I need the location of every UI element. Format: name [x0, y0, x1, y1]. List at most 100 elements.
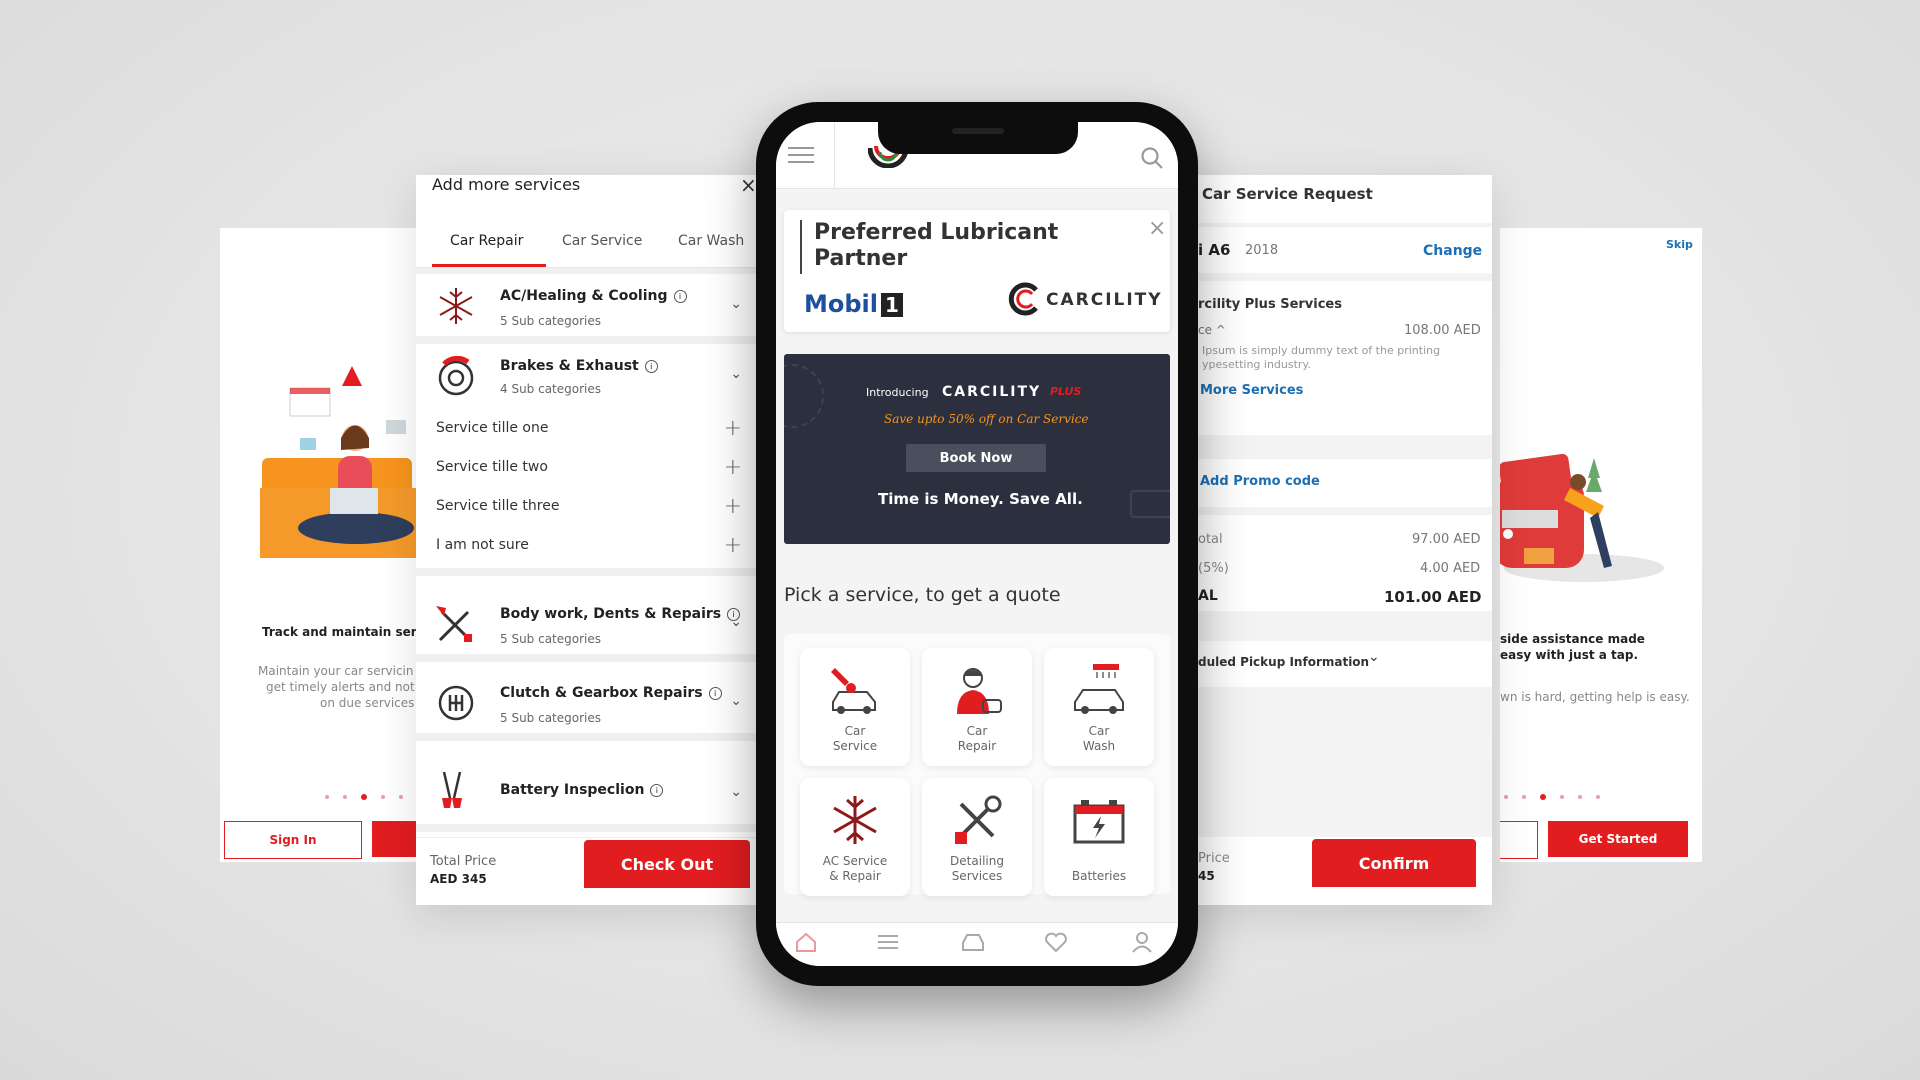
service-row[interactable]: I am not sure + — [436, 533, 742, 561]
phone-notch — [878, 122, 1078, 154]
pickup-info-label: duled Pickup Information — [1198, 655, 1370, 669]
service-description-2: ypesetting industry. — [1202, 358, 1311, 371]
onboard-left-pager[interactable] — [325, 794, 403, 800]
hamburger-menu-icon[interactable] — [788, 146, 814, 164]
category-title: Brakes & Exhaust — [500, 358, 639, 374]
get-started-button[interactable]: Get Started — [1548, 821, 1688, 857]
sign-in-button[interactable]: Sign In — [224, 821, 362, 859]
chevron-down-icon[interactable]: ⌄ — [730, 296, 742, 312]
car-service-icon — [831, 668, 876, 714]
info-icon[interactable]: i — [708, 687, 722, 700]
service-label: Service tille two — [436, 459, 548, 475]
promo-tagline: Save upto 50% off on Car Service — [884, 412, 1089, 426]
promo-banner[interactable]: Introducing CARCILITY PLUS Save upto 50%… — [784, 354, 1170, 544]
plus-services-card: rcility Plus Services ce ^ 108.00 AED Ip… — [1180, 281, 1492, 435]
search-icon[interactable] — [1140, 146, 1164, 170]
get-started-button-partial[interactable] — [372, 821, 420, 857]
tile-label: Car Repair — [957, 724, 997, 753]
jumper-cable-icon — [442, 771, 462, 808]
car-model: i A6 — [1198, 241, 1231, 259]
service-row[interactable]: Service tille two + — [436, 455, 742, 483]
onboard-left-body-2: get timely alerts and not — [266, 680, 415, 694]
list-icon[interactable] — [876, 931, 900, 953]
change-link[interactable]: Change — [1423, 243, 1482, 259]
category-body-work[interactable]: Body work, Dents & Repairs i 5 Sub catego… — [416, 592, 756, 662]
chevron-down-icon[interactable]: ⌄ — [1368, 649, 1380, 665]
pickup-info-row[interactable]: duled Pickup Information ⌄ — [1180, 641, 1492, 687]
sign-in-button-partial[interactable] — [1500, 821, 1538, 859]
tile-label: AC Service & Repair — [822, 854, 888, 883]
promo-code-row[interactable]: Add Promo code — [1180, 459, 1492, 507]
tools-icon — [436, 606, 472, 642]
price-summary: otal 97.00 AED (5%) 4.00 AED AL 101.00 A… — [1180, 515, 1492, 611]
service-row[interactable]: Service tille one + — [436, 416, 742, 444]
partner-title-line-2: Partner — [814, 246, 908, 271]
info-icon[interactable]: i — [644, 360, 658, 373]
info-icon[interactable]: i — [673, 290, 687, 303]
mobil-wordmark: Mobil — [804, 290, 879, 318]
onboard-right-body: wn is hard, getting help is easy. — [1500, 690, 1690, 704]
summary-value: 97.00 AED — [1412, 532, 1481, 547]
total-price-label: Total Price — [430, 854, 497, 869]
chevron-down-icon[interactable]: ⌄ — [730, 693, 742, 709]
plus-services-title: rcility Plus Services — [1198, 297, 1342, 312]
chevron-down-icon[interactable]: ⌄ — [730, 784, 742, 800]
category-subtitle: 5 Sub categories — [500, 711, 602, 725]
onboarding-screen-left: Track and maintain servi Maintain your c… — [220, 228, 420, 862]
total-price-value: AED 345 — [430, 872, 487, 886]
car-row: i A6 2018 Change — [1180, 227, 1492, 273]
tile-car-service[interactable]: Car Service — [800, 648, 910, 766]
price-value: 108.00 AED — [1404, 323, 1481, 338]
mobil-one-badge: 1 — [881, 293, 903, 317]
category-clutch-gearbox[interactable]: Clutch & Gearbox Repairs i 5 Sub categori… — [416, 671, 756, 741]
tile-car-wash[interactable]: Car Wash — [1044, 648, 1154, 766]
info-icon[interactable]: i — [650, 784, 664, 797]
service-description-1: Ipsum is simply dummy text of the printi… — [1202, 344, 1441, 357]
heart-icon[interactable] — [1044, 931, 1068, 953]
tile-ac-service[interactable]: AC Service & Repair — [800, 778, 910, 896]
category-brakes-exhaust[interactable]: Brakes & Exhaust i 4 Sub categories ⌄ Ser… — [416, 344, 756, 576]
price-label[interactable]: ce ^ — [1198, 323, 1226, 337]
add-icon[interactable]: + — [724, 494, 742, 519]
tile-detailing[interactable]: Detailing Services — [922, 778, 1032, 896]
category-battery-inspection[interactable]: Battery Inspeclion i ⌄ — [416, 758, 756, 832]
battery-icon — [1073, 800, 1125, 844]
service-row[interactable]: Service tille three + — [436, 494, 742, 522]
tab-car-service[interactable]: Car Service — [562, 233, 642, 249]
chevron-down-icon[interactable]: ⌄ — [730, 614, 742, 630]
check-out-button[interactable]: Check Out — [584, 840, 750, 888]
add-services-title: Add more services — [432, 175, 581, 194]
more-services-link[interactable]: More Services — [1200, 383, 1303, 398]
category-title: AC/Healing & Cooling — [500, 288, 668, 304]
tab-car-repair[interactable]: Car Repair — [450, 233, 523, 249]
close-icon[interactable]: × — [1148, 216, 1166, 241]
add-promo-code-link[interactable]: Add Promo code — [1200, 474, 1320, 489]
skip-link[interactable]: Skip — [1666, 238, 1693, 251]
service-label: Service tille three — [436, 498, 560, 514]
category-subtitle: 5 Sub categories — [500, 314, 602, 328]
tile-batteries[interactable]: Batteries — [1044, 778, 1154, 896]
onboard-left-title: Track and maintain servi — [262, 625, 420, 639]
profile-icon[interactable] — [1130, 931, 1154, 953]
phone-screen: Preferred Lubricant Partner × Mobil 1 CAR… — [776, 122, 1178, 966]
tile-car-repair[interactable]: Car Repair — [922, 648, 1032, 766]
onboard-left-body-1: Maintain your car servicin — [258, 664, 414, 678]
add-icon[interactable]: + — [724, 533, 742, 558]
car-icon[interactable] — [960, 931, 986, 953]
close-icon[interactable]: × — [740, 175, 756, 197]
confirm-button[interactable]: Confirm — [1312, 839, 1476, 887]
add-icon[interactable]: + — [724, 416, 742, 441]
mechanic-icon — [957, 668, 1002, 714]
promo-introducing: Introducing — [866, 386, 929, 399]
category-ac-healing-cooling[interactable]: AC/Healing & Cooling i 5 Sub categories ⌄ — [416, 274, 756, 344]
service-grid: Car Service Car Repair Car Wash AC Servi… — [784, 634, 1170, 896]
promo-brand: CARCILITY — [942, 384, 1042, 400]
onboard-right-pager[interactable] — [1504, 794, 1600, 800]
book-now-button[interactable]: Book Now — [906, 444, 1046, 472]
home-icon[interactable] — [794, 931, 818, 953]
tab-car-wash[interactable]: Car Wash — [678, 233, 744, 249]
snowflake-icon — [833, 796, 877, 844]
summary-label: otal — [1198, 532, 1223, 547]
add-icon[interactable]: + — [724, 455, 742, 480]
chevron-down-icon[interactable]: ⌄ — [730, 366, 742, 382]
